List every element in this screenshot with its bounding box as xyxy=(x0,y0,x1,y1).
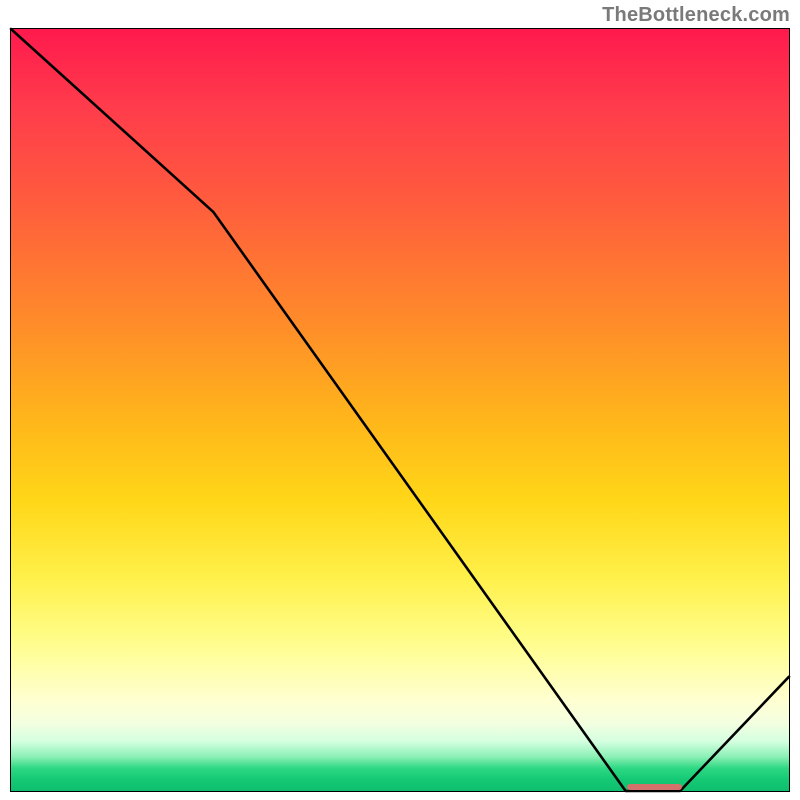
chart-area xyxy=(10,28,790,792)
chart-svg xyxy=(11,29,789,791)
optimal-range-marker xyxy=(627,784,682,790)
bottleneck-curve-line xyxy=(11,29,789,791)
attribution-text: TheBottleneck.com xyxy=(602,4,790,27)
